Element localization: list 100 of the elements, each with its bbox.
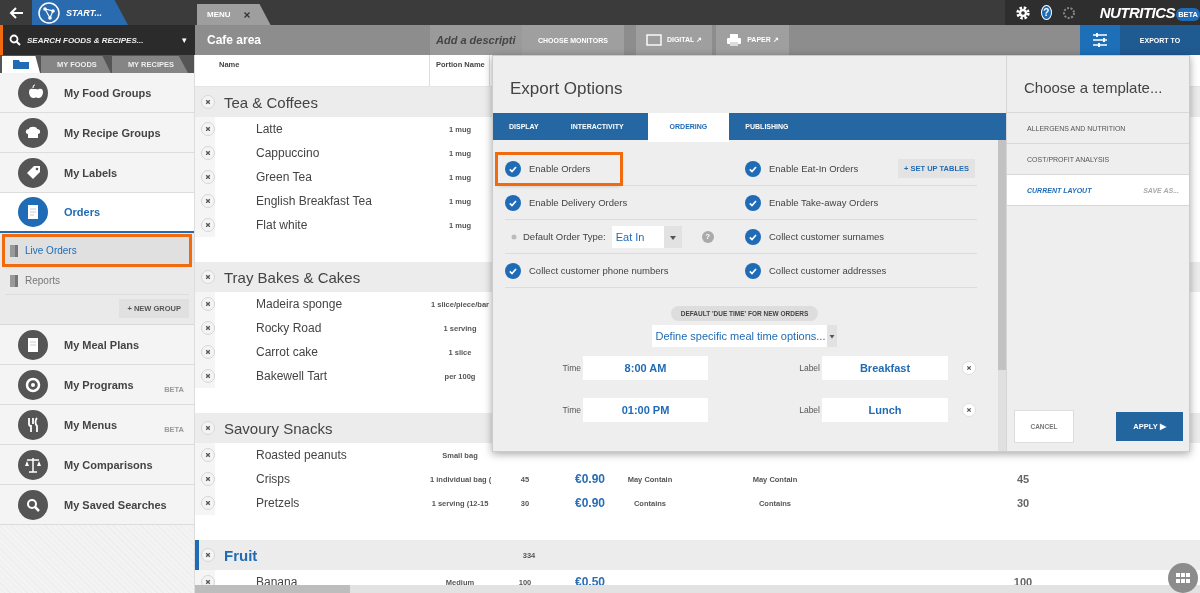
sidebar-item[interactable]: My Saved Searches: [0, 485, 194, 525]
remove-icon[interactable]: [201, 369, 215, 383]
apple-icon: [18, 77, 48, 108]
item-name: Pretzels: [256, 496, 301, 510]
time-field[interactable]: 01:00 PM: [583, 398, 708, 422]
item-name: Roasted peanuts: [256, 448, 348, 462]
checkbox[interactable]: [745, 194, 761, 211]
remove-icon[interactable]: [962, 361, 976, 375]
spinner-icon: [1061, 5, 1076, 20]
field-label: Label: [798, 405, 820, 415]
checkbox[interactable]: [505, 262, 521, 279]
monitor-icon: [645, 34, 662, 46]
item-name: Rocky Road: [256, 321, 323, 335]
field-label: Time: [561, 363, 581, 373]
start-tab[interactable]: START...: [32, 0, 128, 25]
start-label: START...: [66, 7, 102, 18]
remove-icon[interactable]: [201, 146, 215, 160]
remove-icon[interactable]: [201, 472, 215, 486]
sidebar-item[interactable]: My Recipe Groups: [0, 113, 194, 153]
checkbox-option[interactable]: Enable Orders: [498, 154, 621, 183]
grid-menu-icon[interactable]: [1168, 563, 1198, 593]
tag-icon: [18, 157, 48, 188]
item-name: Flat white: [256, 218, 309, 232]
checkbox-option[interactable]: Collect customer phone numbers: [498, 256, 677, 285]
time-field[interactable]: 8:00 AM: [583, 356, 708, 380]
sidebar-item[interactable]: My Comparisons: [0, 445, 194, 485]
printer-icon: [726, 33, 743, 47]
menu-title: Cafe area: [206, 32, 263, 49]
sidebar-item[interactable]: My Food Groups: [0, 73, 194, 113]
item-name: Latte: [256, 122, 284, 136]
group-title: Fruit: [224, 546, 259, 564]
remove-icon[interactable]: [201, 218, 215, 232]
meal-time-dropdown[interactable]: Define specific meal time options...: [651, 325, 838, 347]
remove-icon[interactable]: [201, 496, 215, 510]
folder-tab[interactable]: [2, 56, 40, 73]
brand-logo: NUTRITICS: [1099, 4, 1176, 21]
document-icon: [18, 197, 48, 227]
item-name: Cappuccino: [256, 146, 321, 160]
scales-icon: [18, 449, 48, 480]
checkbox[interactable]: [505, 194, 521, 211]
panel-title: Choose a template...: [1007, 56, 1189, 113]
bullet-icon: [511, 233, 517, 240]
checkbox-option[interactable]: Enable Take-away Orders: [738, 188, 887, 217]
checkbox[interactable]: [745, 160, 761, 177]
remove-icon[interactable]: [201, 575, 215, 585]
item-name: English Breakfast Tea: [256, 194, 373, 208]
group-title: Savoury Snacks: [224, 419, 334, 437]
search-icon: [9, 34, 21, 46]
remove-icon[interactable]: [201, 270, 215, 284]
remove-icon[interactable]: [201, 321, 215, 335]
dialog-title: Export Options: [509, 78, 624, 100]
sidebar-item[interactable]: My Meal Plans: [0, 325, 194, 365]
checkbox[interactable]: [745, 228, 761, 245]
table-cell-text: €0.90: [574, 472, 606, 486]
remove-icon[interactable]: [201, 122, 215, 136]
caret-icon: [663, 225, 682, 248]
scrollbar[interactable]: [195, 585, 1200, 593]
help-button[interactable]: ?: [1041, 5, 1052, 20]
checkbox-option[interactable]: Enable Eat-In Orders: [738, 154, 867, 183]
remove-icon[interactable]: [201, 421, 215, 435]
item-name: Carrot cake: [256, 345, 320, 359]
search-field[interactable]: SEARCH FOODS & RECIPES...: [27, 35, 176, 45]
checkbox[interactable]: [505, 160, 521, 177]
table-cell-text: 30: [1015, 497, 1031, 509]
remove-icon[interactable]: [201, 194, 215, 208]
item-name: Green Tea: [256, 170, 313, 184]
back-arrow-icon[interactable]: [8, 4, 24, 21]
remove-icon[interactable]: [962, 403, 976, 417]
subgroup-item[interactable]: Live Orders: [5, 237, 189, 264]
checkbox-option[interactable]: Collect customer addresses: [738, 256, 895, 285]
label-field[interactable]: Lunch: [822, 398, 948, 422]
remove-icon[interactable]: [201, 448, 215, 462]
order-type-dropdown[interactable]: Eat In: [611, 225, 682, 248]
sidebar-item[interactable]: My Labels: [0, 153, 194, 193]
field-label: Default Order Type:: [523, 231, 606, 242]
search-icon: [18, 489, 48, 520]
page-icon: [10, 244, 18, 257]
subgroup-item[interactable]: Reports: [5, 267, 189, 294]
remove-icon[interactable]: [201, 345, 215, 359]
fork-knife-icon: [18, 409, 48, 440]
remove-icon[interactable]: [201, 170, 215, 184]
dropdown-caret[interactable]: ▾: [182, 35, 187, 45]
field-label: Label: [798, 363, 820, 373]
item-name: Madeira sponge: [256, 297, 344, 311]
sliders-icon[interactable]: [1080, 25, 1120, 55]
ring-icon: [18, 369, 48, 400]
description-field[interactable]: Add a descripti: [430, 25, 522, 55]
item-name: Crisps: [256, 472, 291, 486]
sidebar-item[interactable]: Orders: [0, 193, 194, 233]
settings-icon[interactable]: [1015, 4, 1031, 21]
caret-icon: [827, 325, 838, 347]
page-icon: [10, 274, 18, 287]
label-field[interactable]: Breakfast: [822, 356, 948, 380]
scrollbar[interactable]: [998, 140, 1006, 451]
checkbox-option[interactable]: Enable Delivery Orders: [498, 188, 636, 217]
remove-icon[interactable]: [201, 95, 215, 109]
checkbox[interactable]: [745, 262, 761, 279]
checkbox-option[interactable]: Collect customer surnames: [738, 222, 893, 251]
remove-icon[interactable]: [201, 548, 215, 562]
remove-icon[interactable]: [201, 297, 215, 311]
